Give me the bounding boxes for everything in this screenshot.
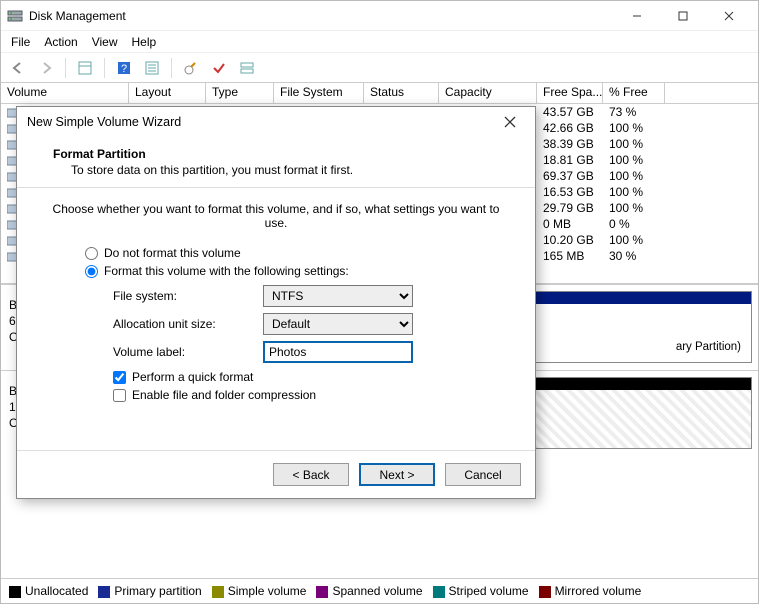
cell-pct: 100 %	[603, 169, 665, 183]
disk-0-part-status: ary Partition)	[539, 340, 743, 355]
col-type[interactable]: Type	[206, 83, 274, 103]
cell-free: 69.37 GB	[537, 169, 603, 183]
legend-spanned: Spanned volume	[332, 584, 422, 598]
cell-free: 165 MB	[537, 249, 603, 263]
col-filesystem[interactable]: File System	[274, 83, 364, 103]
volume-label-label: Volume label:	[113, 345, 263, 359]
titlebar: Disk Management	[1, 1, 758, 31]
radio-do-not-format-label: Do not format this volume	[104, 246, 241, 260]
maximize-button[interactable]	[660, 1, 706, 30]
list-icon[interactable]	[141, 57, 163, 79]
cell-pct: 100 %	[603, 137, 665, 151]
legend: Unallocated Primary partition Simple vol…	[1, 579, 758, 603]
cell-free: 16.53 GB	[537, 185, 603, 199]
legend-primary-swatch	[98, 586, 110, 598]
menu-help[interactable]: Help	[132, 35, 157, 49]
dialog-heading: Format Partition	[53, 147, 517, 161]
volume-list-header: Volume Layout Type File System Status Ca…	[1, 83, 758, 104]
legend-mirrored-swatch	[539, 586, 551, 598]
dialog-instruction: Choose whether you want to format this v…	[45, 202, 507, 230]
cell-free: 42.66 GB	[537, 121, 603, 135]
legend-simple-swatch	[212, 586, 224, 598]
forward-icon[interactable]	[35, 57, 57, 79]
cell-pct: 100 %	[603, 201, 665, 215]
allocation-unit-size-select[interactable]: Default	[263, 313, 413, 335]
layout-icon[interactable]	[236, 57, 258, 79]
minimize-button[interactable]	[614, 1, 660, 30]
radio-format-with-settings[interactable]	[85, 265, 98, 278]
cell-free: 29.79 GB	[537, 201, 603, 215]
legend-striped: Striped volume	[449, 584, 529, 598]
legend-primary: Primary partition	[114, 584, 201, 598]
dialog-close-button[interactable]	[495, 107, 525, 137]
cell-pct: 73 %	[603, 105, 665, 119]
help-icon[interactable]: ?	[113, 57, 135, 79]
window-title: Disk Management	[29, 9, 614, 23]
legend-mirrored: Mirrored volume	[555, 584, 642, 598]
col-status[interactable]: Status	[364, 83, 439, 103]
col-layout[interactable]: Layout	[129, 83, 206, 103]
cell-pct: 100 %	[603, 233, 665, 247]
cell-free: 18.81 GB	[537, 153, 603, 167]
cell-pct: 100 %	[603, 185, 665, 199]
action-icon[interactable]	[180, 57, 202, 79]
legend-spanned-swatch	[316, 586, 328, 598]
back-button[interactable]: < Back	[273, 463, 349, 486]
cell-free: 38.39 GB	[537, 137, 603, 151]
checkbox-compression-label: Enable file and folder compression	[132, 388, 316, 402]
legend-unallocated-swatch	[9, 586, 21, 598]
properties-icon[interactable]	[74, 57, 96, 79]
cell-pct: 30 %	[603, 249, 665, 263]
col-volume[interactable]: Volume	[1, 83, 129, 103]
file-system-select[interactable]: NTFS	[263, 285, 413, 307]
dialog-subheading: To store data on this partition, you mus…	[71, 163, 517, 177]
cell-pct: 0 %	[603, 217, 665, 231]
cell-free: 10.20 GB	[537, 233, 603, 247]
legend-unallocated: Unallocated	[25, 584, 88, 598]
app-icon	[7, 8, 23, 24]
volume-label-input[interactable]	[263, 341, 413, 363]
checkbox-quick-format-label: Perform a quick format	[132, 370, 253, 384]
menubar: File Action View Help	[1, 31, 758, 53]
toolbar: ?	[1, 53, 758, 83]
dialog-title: New Simple Volume Wizard	[27, 115, 495, 129]
check-icon[interactable]	[208, 57, 230, 79]
file-system-label: File system:	[113, 289, 263, 303]
cell-pct: 100 %	[603, 121, 665, 135]
legend-simple: Simple volume	[228, 584, 307, 598]
cell-free: 0 MB	[537, 217, 603, 231]
svg-text:?: ?	[121, 63, 127, 75]
back-icon[interactable]	[7, 57, 29, 79]
checkbox-compression[interactable]	[113, 389, 126, 402]
menu-action[interactable]: Action	[44, 35, 77, 49]
close-button[interactable]	[706, 1, 752, 30]
col-capacity[interactable]: Capacity	[439, 83, 537, 103]
next-button[interactable]: Next >	[359, 463, 435, 486]
radio-format-with-settings-label: Format this volume with the following se…	[104, 264, 349, 278]
radio-do-not-format[interactable]	[85, 247, 98, 260]
menu-view[interactable]: View	[92, 35, 118, 49]
legend-striped-swatch	[433, 586, 445, 598]
cancel-button[interactable]: Cancel	[445, 463, 521, 486]
checkbox-quick-format[interactable]	[113, 371, 126, 384]
new-simple-volume-wizard-dialog: New Simple Volume Wizard Format Partitio…	[16, 106, 536, 499]
allocation-unit-size-label: Allocation unit size:	[113, 317, 263, 331]
cell-free: 43.57 GB	[537, 105, 603, 119]
menu-file[interactable]: File	[11, 35, 30, 49]
col-pctfree[interactable]: % Free	[603, 83, 665, 103]
cell-pct: 100 %	[603, 153, 665, 167]
col-freespace[interactable]: Free Spa...	[537, 83, 603, 103]
